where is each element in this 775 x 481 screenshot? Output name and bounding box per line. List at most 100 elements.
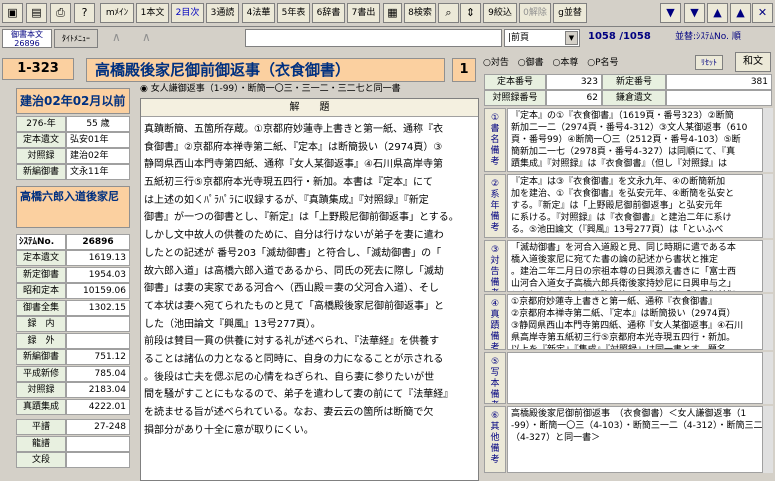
kamakura-label: 鎌倉遺文 (602, 90, 666, 106)
ref-label: 御書全集 (16, 299, 66, 316)
narabikae-button[interactable]: g並替 (553, 3, 587, 23)
arrow-down-icon[interactable]: ▼ (660, 3, 681, 23)
tsudoku-button[interactable]: 3通読 (206, 3, 239, 23)
radio-pmyogo[interactable]: ○P名号 (587, 58, 618, 68)
note-scrollbar[interactable] (762, 406, 773, 473)
kaidai-text: 真蹟断簡、五箇所存蔵。①京都府妙蓮寺上書きと第一紙、通称『衣 食御書』②京都府本禅… (144, 121, 475, 451)
tab-honbun-sub: 26896 (14, 39, 40, 48)
ref-value: 1619.13 (66, 250, 130, 266)
recipient-heading: 高橋六郎入道後家尼 (16, 186, 130, 228)
tab-row: 御書本文 26896 ﾀｲﾄﾒﾆｭｰ ∧ ∧ |前頁 ▼ 1058 /1058 … (0, 27, 775, 49)
kaidai-line: を読ませる旨が述べられている。なお、妻云云の箇所は断簡で欠 (144, 407, 434, 418)
radio-icon[interactable]: ◉ (140, 84, 148, 94)
note-tag: ⑤ 写 本 備 考 (484, 352, 506, 404)
kaidai-line: した（池田論文『興風』13号277頁）。 (144, 318, 321, 330)
arrow-up-bar-icon[interactable]: ▲ (707, 3, 728, 23)
ref-label: 文段 (16, 452, 66, 468)
note-scrollbar[interactable] (762, 294, 773, 350)
kaidai-line: ることは諸仏の力となると同時に、自身の力になることが示される (144, 353, 444, 365)
taishoroku-value: 建治02年 (66, 148, 130, 164)
note-tag: ④ 真 蹟 備 考 (484, 294, 506, 350)
record-counter: 1058 /1058 (588, 31, 651, 42)
kaidai-line: 御書」は妻の実家である河合へ（西山殿＝妻の父河合入道）、そし (144, 283, 439, 295)
note-tag: ③ 対 告 備 考 (484, 240, 506, 292)
kaidai-line: 故六郎入道」は高橋六郎入道であるから、同氏の死去に際し「滅劫 (144, 265, 444, 277)
note-text (507, 352, 769, 404)
save-icon[interactable]: ▣ (2, 3, 23, 23)
honbun-button[interactable]: 1本文 (136, 3, 169, 23)
close-icon[interactable]: ✕ (752, 3, 773, 23)
radio-gosho[interactable]: ○御書 (518, 58, 544, 68)
chevron-up-icon[interactable]: ∧ (112, 30, 121, 44)
jisho-button[interactable]: 6辞書 (312, 3, 345, 23)
nenpyo-button[interactable]: 5年表 (277, 3, 310, 23)
sysno-label: ｼｽﾃﾑNo. (16, 234, 66, 250)
shinpen-label: 新編御書 (16, 164, 66, 180)
notes-panel: ① 書 名 備 考『定本』の①『衣食御書』（1619頁・番号323）②断簡 新加… (484, 108, 775, 481)
shiborikomi-button[interactable]: 9絞込 (483, 3, 517, 23)
age-value: 55 歳 (66, 116, 130, 132)
sort-icon[interactable]: ⇕ (460, 3, 481, 23)
related-radio[interactable]: ◉ 女人謙御返事（1-99）・断簡一〇三・三一二・三二七と同一書 (140, 82, 480, 97)
arrow-down-bar-icon[interactable]: ▼ (684, 3, 705, 23)
kaidai-line: 御書』が一つの御書とし、『新定』は「上野殿尼御前御返事」とする。 (144, 212, 459, 224)
tab-honbun-label: 御書本文 (11, 30, 43, 39)
note-text: 「滅劫御書」を河合入道殿と見、同じ時期に遣である本 橋入道後家尼に宛てた書の論の… (507, 240, 769, 292)
note-scrollbar[interactable] (762, 174, 773, 238)
sort-order-label: 並替:ｼｽﾃﾑNo. 順 (675, 30, 773, 46)
kensaku-button[interactable]: 8検索 (404, 3, 436, 23)
ref-label: 定本遺文 (16, 250, 66, 266)
reset-button[interactable]: ﾘｾｯﾄ (695, 55, 723, 70)
page-dropdown-value: |前頁 (508, 33, 530, 43)
note-scrollbar[interactable] (762, 108, 773, 172)
filter-radios: ○対告 ○御書 ○本尊 ○P名号 (483, 55, 723, 71)
kamakura-value (666, 90, 772, 106)
chevron-up-icon-2[interactable]: ∧ (142, 30, 151, 44)
magnifier-icon[interactable]: ⌕ (438, 3, 459, 23)
kakidashi-button[interactable]: 7書出 (347, 3, 380, 23)
ref-value: 27-248 (66, 419, 130, 435)
ref-value: 10159.06 (66, 283, 130, 299)
folder-icon[interactable]: ▤ (26, 3, 47, 23)
page-dropdown[interactable]: |前頁 ▼ (504, 29, 580, 47)
document-title: 高橋殿後家尼御前御返事（衣食御書） (86, 58, 445, 82)
kaidai-line: 真蹟断簡、五箇所存蔵。①京都府妙蓮寺上書きと第一紙、通称『衣 (144, 124, 443, 135)
kaidai-line: 間を騒がすことにもなるので、弟子を遣わして妻の前にて『法華経』 (144, 389, 454, 401)
help-icon[interactable]: ? (74, 3, 95, 23)
search-input[interactable] (245, 29, 502, 47)
age-label: 276-年 (16, 116, 66, 132)
ref-label: 新定御書 (16, 266, 66, 283)
wabun-button[interactable]: 和文 (735, 52, 771, 72)
taisho-no-value: 62 (546, 90, 602, 106)
ref-value: 1954.03 (66, 266, 130, 283)
ref-value (66, 435, 130, 452)
kaidai-panel: 解 題 真蹟断簡、五箇所存蔵。①京都府妙蓮寺上書きと第一紙、通称『衣 食御書』②京… (140, 98, 479, 481)
tab-honbun[interactable]: 御書本文 26896 (2, 29, 52, 48)
ref-value: 751.12 (66, 349, 130, 365)
kaidai-line: 五紙初三行⑤京都府本光寺現五四行・新加。本書は『定本』にて (144, 177, 433, 189)
kaidai-line: 静岡県西山本門寺第四紙、通称『女人某御返事』④石川県高岸寺第 (144, 159, 443, 171)
ref-value: 785.04 (66, 365, 130, 382)
radio-honzon[interactable]: ○本尊 (553, 58, 579, 68)
grid-icon[interactable]: ▦ (383, 3, 402, 23)
arrow-up-icon[interactable]: ▲ (730, 3, 751, 23)
ref-label: 録 外 (16, 332, 66, 349)
kaidai-line: 。後段は亡夫を偲ぶ尼の心情をねぎられ、自ら妻に参りたいが世 (144, 371, 435, 383)
menu-button[interactable]: mﾒｲﾝ (100, 3, 134, 23)
kaidai-line: 食御書』②京都府本禅寺第二紙、『定本』は断簡扱い（2974頁）③ (144, 141, 443, 153)
kaijo-button[interactable]: 0解除 (519, 3, 551, 23)
ref-label: 龍譜 (16, 435, 66, 452)
dropdown-arrow-icon[interactable]: ▼ (565, 31, 578, 45)
note-tag: ② 系 年 備 考 (484, 174, 506, 238)
print-icon[interactable]: ⎙ (50, 3, 71, 23)
note-scrollbar[interactable] (762, 352, 773, 404)
tab-title-menu[interactable]: ﾀｲﾄﾒﾆｭｰ (54, 29, 98, 48)
teihon-no-label: 定本番号 (484, 74, 546, 90)
note-tag: ① 書 名 備 考 (484, 108, 506, 172)
radio-taiko[interactable]: ○対告 (483, 58, 509, 68)
note-scrollbar[interactable] (762, 240, 773, 292)
teihon-label: 定本遺文 (16, 132, 66, 148)
hokke-button[interactable]: 4法華 (242, 3, 275, 23)
note-text: ①京都府妙蓮寺上書きと第一紙、通称『衣食御書』 ②京都府本禅寺第二紙、『定本』は… (507, 294, 769, 350)
mokuji-button[interactable]: 2目次 (171, 3, 204, 23)
